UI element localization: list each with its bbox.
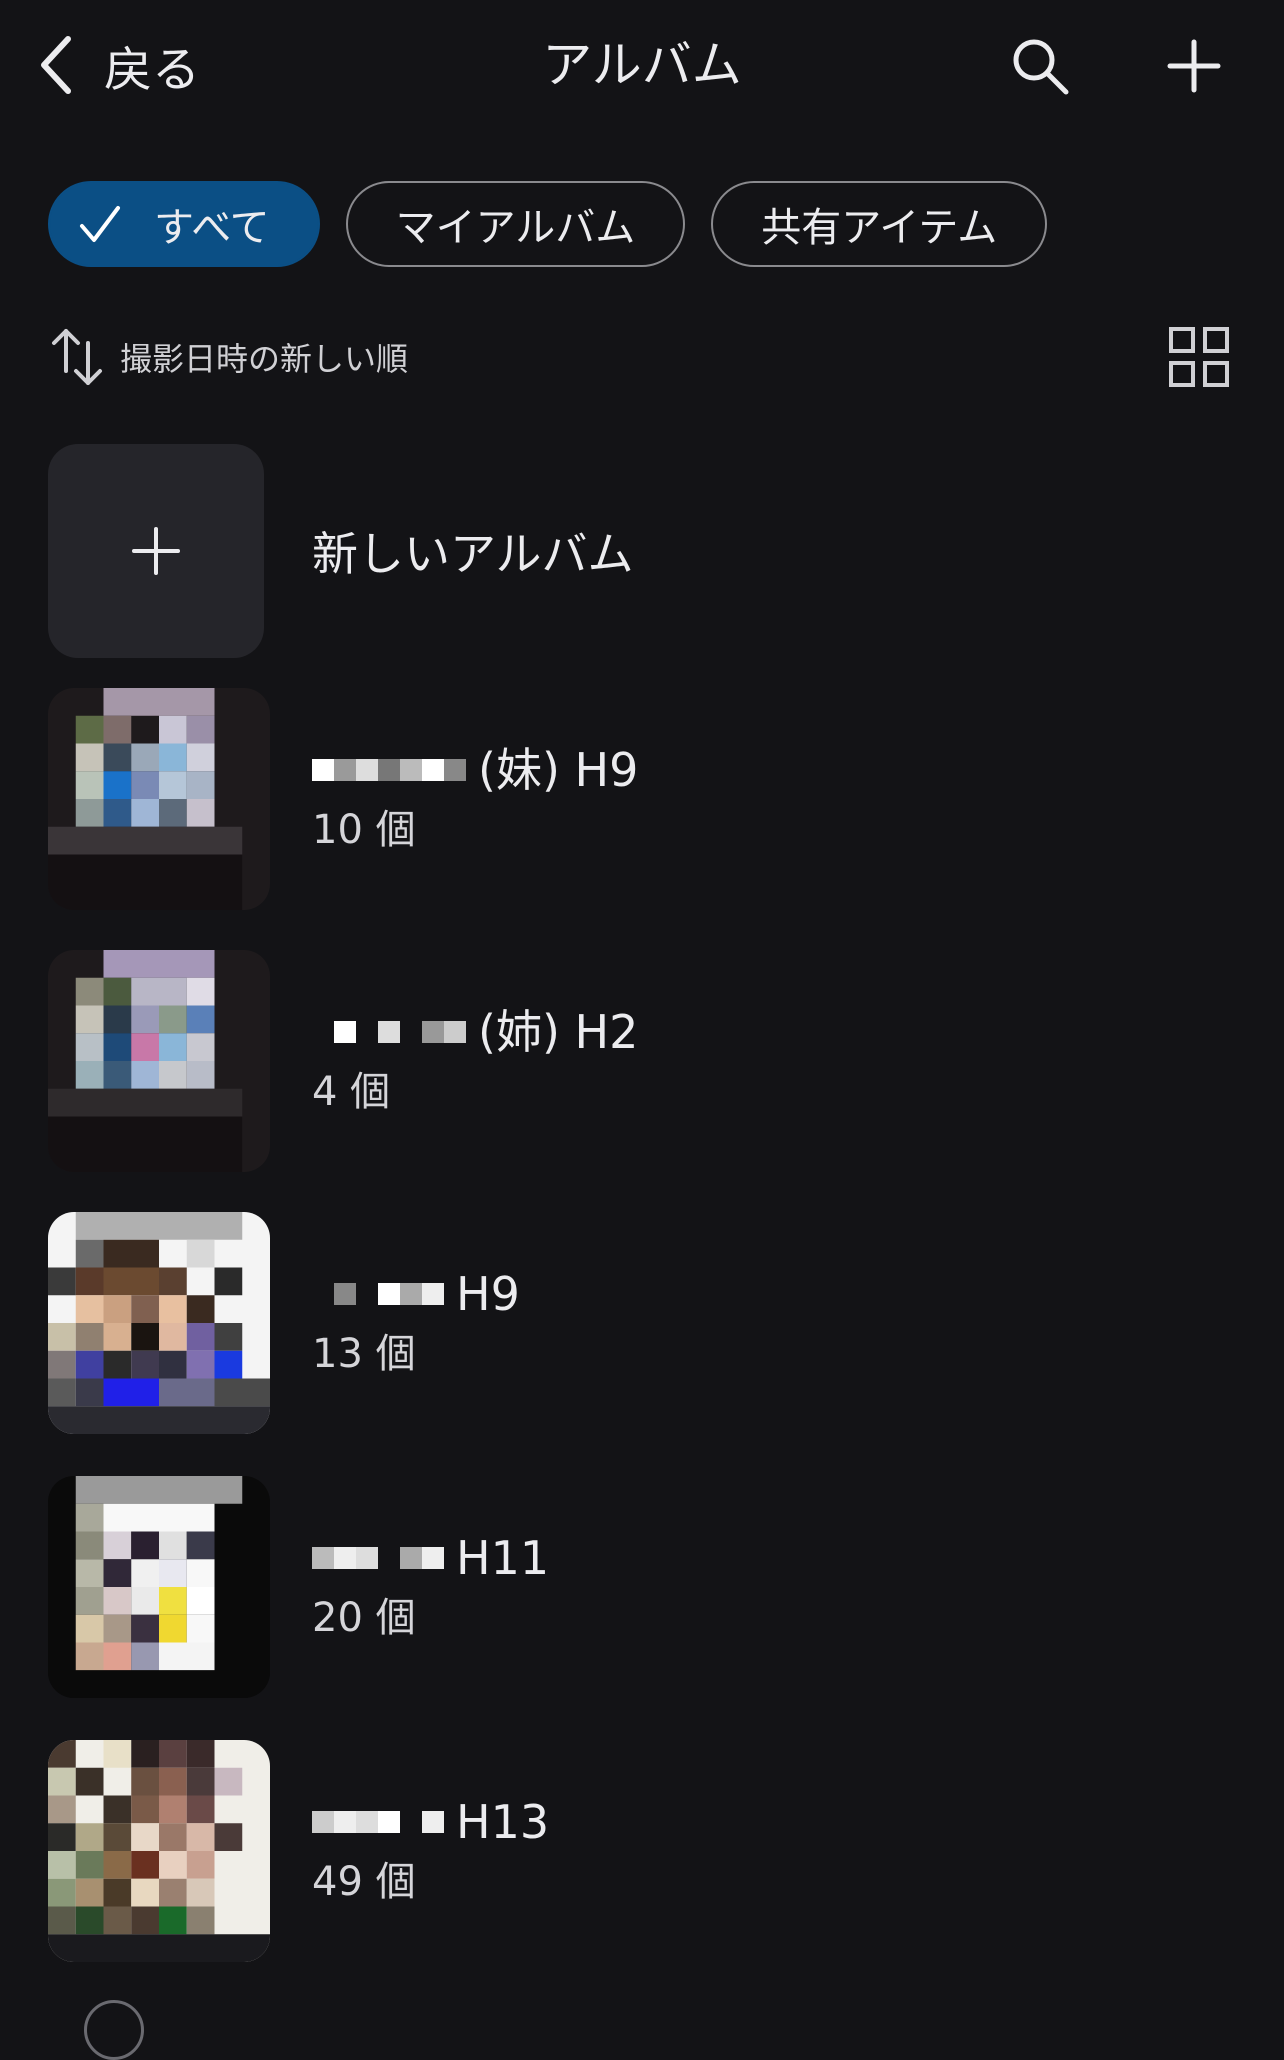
partial-list-item [84, 2000, 144, 2060]
album-item[interactable]: H9 13 個 [48, 1212, 520, 1434]
search-icon [1013, 39, 1069, 95]
album-item[interactable]: (妹) H9 10 個 [48, 688, 638, 910]
new-album-button[interactable]: 新しいアルバム [48, 444, 634, 658]
sort-label: 撮影日時の新しい順 [120, 340, 409, 378]
album-name: H11 [312, 1528, 549, 1588]
plus-icon [1167, 39, 1221, 93]
sort-button[interactable]: 撮影日時の新しい順 [50, 322, 408, 392]
album-item[interactable]: (姉) H2 4 個 [48, 950, 638, 1172]
album-count: 10 個 [312, 807, 416, 853]
chip-label: マイアルバム [395, 205, 636, 251]
redacted-text [312, 1276, 444, 1312]
redacted-text [312, 752, 466, 788]
album-thumbnail [48, 688, 270, 910]
redacted-text [312, 1540, 444, 1576]
redacted-text [312, 1014, 466, 1050]
top-bar: 戻る アルバム [0, 0, 1284, 130]
album-thumbnail [48, 950, 270, 1172]
album-name: H9 [312, 1264, 520, 1324]
album-name: (姉) H2 [312, 1002, 638, 1062]
chip-my-albums[interactable]: マイアルバム [345, 181, 686, 267]
chip-label: 共有アイテム [761, 205, 998, 251]
chip-label: すべて [154, 205, 270, 251]
new-album-label: 新しいアルバム [312, 527, 634, 581]
album-name: (妹) H9 [312, 740, 638, 800]
sort-arrows-icon [52, 329, 102, 385]
album-count: 49 個 [312, 1859, 416, 1905]
album-count: 20 個 [312, 1595, 416, 1641]
new-album-tile [48, 444, 264, 658]
plus-icon [132, 527, 180, 575]
chip-all[interactable]: すべて [48, 181, 320, 267]
add-button[interactable] [1158, 30, 1230, 102]
album-item[interactable]: H11 20 個 [48, 1476, 549, 1698]
album-count: 13 個 [312, 1331, 416, 1377]
album-thumbnail [48, 1212, 270, 1434]
album-name: H13 [312, 1792, 549, 1852]
album-thumbnail [48, 1740, 270, 1962]
search-button[interactable] [1004, 30, 1076, 102]
filter-chips: すべて マイアルバム 共有アイテム [48, 181, 1048, 267]
grid-view-icon[interactable] [1168, 326, 1230, 388]
album-count: 4 個 [312, 1069, 391, 1115]
chip-shared-items[interactable]: 共有アイテム [711, 181, 1048, 267]
check-icon [80, 206, 120, 242]
page-title: アルバム [542, 36, 742, 94]
album-item[interactable]: H13 49 個 [48, 1740, 549, 1962]
redacted-text [312, 1804, 444, 1840]
album-thumbnail [48, 1476, 270, 1698]
